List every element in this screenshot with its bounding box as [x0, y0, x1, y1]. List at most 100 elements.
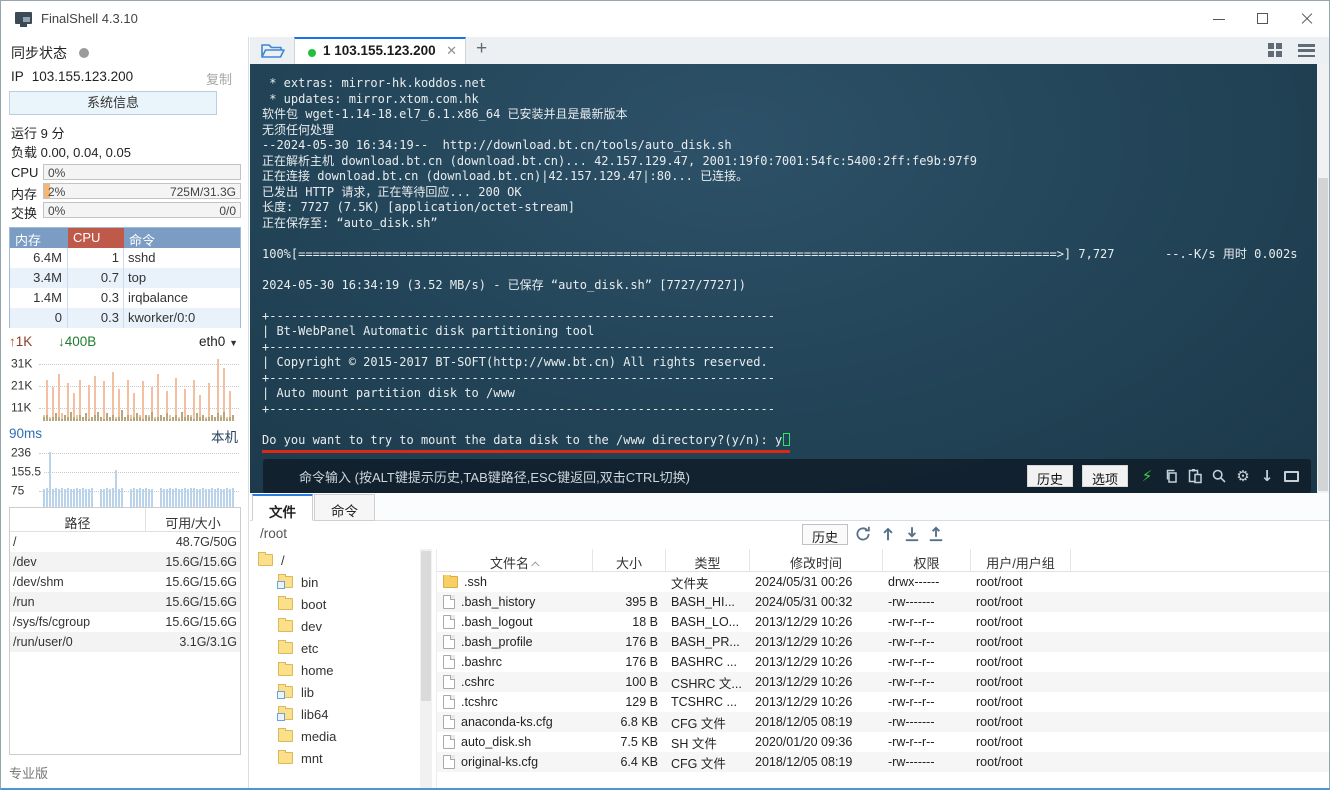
maximize-button[interactable]	[1241, 1, 1285, 37]
fullscreen-icon[interactable]	[1281, 466, 1301, 486]
path-input[interactable]: /root	[260, 526, 287, 541]
session-tab[interactable]: 1 103.155.123.200 ✕	[294, 37, 466, 64]
tree-item[interactable]: lib	[250, 681, 420, 703]
tree-item[interactable]: bin	[250, 571, 420, 593]
file-permissions: -rw-------	[888, 755, 935, 769]
terminal-scrollbar-thumb[interactable]	[1318, 178, 1328, 491]
ping-bar	[229, 489, 231, 507]
interface-select[interactable]: eth0 ▼	[199, 334, 238, 349]
tab-commands[interactable]: 命令	[314, 494, 375, 521]
process-col-cpu[interactable]: CPU	[68, 228, 124, 248]
disk-col-path[interactable]: 路径	[10, 508, 146, 531]
process-col-command[interactable]: 命令	[124, 228, 240, 248]
terminal-line: --2024-05-30 16:34:19-- http://download.…	[262, 138, 732, 152]
disk-row: /dev 15.6G/15.6G	[10, 552, 240, 572]
ping-bar	[58, 489, 60, 507]
table-row[interactable]: original-ks.cfg 6.4 KB CFG 文件 2018/12/05 08…	[437, 752, 1329, 772]
folder-icon	[278, 728, 293, 742]
table-row[interactable]: .ssh 文件夹 2024/05/31 00:26 drwx------ root/ro…	[437, 572, 1329, 592]
layout-grid-icon[interactable]	[1268, 43, 1283, 58]
command-input-placeholder[interactable]: 命令输入 (按ALT键提示历史,TAB键路径,ESC键返回,双击CTRL切换)	[299, 467, 1027, 486]
window-title: FinalShell 4.3.10	[41, 11, 138, 26]
refresh-icon[interactable]	[854, 525, 874, 545]
copy-ip-link[interactable]: 复制	[206, 69, 232, 88]
tree-item-label: bin	[301, 574, 319, 590]
table-row[interactable]: .cshrc 100 B CSHRC 文... 2013/12/29 10:26 -rw…	[437, 672, 1329, 692]
parent-directory-icon[interactable]	[879, 525, 899, 545]
system-info-button[interactable]: 系统信息	[9, 91, 217, 115]
net-down-bar	[118, 417, 120, 421]
tree-item[interactable]: media	[250, 725, 420, 747]
folder-icon	[278, 640, 293, 654]
file-name-cell: auto_disk.sh	[437, 735, 593, 749]
minimize-icon	[1213, 19, 1225, 20]
net-down-bar	[187, 415, 189, 421]
folder-icon	[278, 750, 293, 764]
tree-item[interactable]: mnt	[250, 747, 420, 769]
net-down-bar	[43, 417, 45, 421]
terminal-line: * extras: mirror-hk.koddos.net	[262, 76, 486, 90]
table-row[interactable]: .bash_profile 176 B BASH_PR... 2013/12/29 1…	[437, 632, 1329, 652]
tree-item[interactable]: etc	[250, 637, 420, 659]
tree-scrollbar-thumb[interactable]	[421, 551, 431, 701]
col-mtime[interactable]: 修改时间	[750, 549, 883, 571]
terminal[interactable]: * extras: mirror-hk.koddos.net * updates…	[250, 64, 1317, 493]
history-button[interactable]: 历史	[1026, 465, 1073, 487]
process-col-memory[interactable]: 内存	[10, 228, 68, 248]
load-average-label: 负载 0.00, 0.04, 0.05	[11, 145, 131, 160]
tab-files[interactable]: 文件	[252, 494, 313, 521]
table-row[interactable]: .bash_logout 18 B BASH_LO... 2013/12/29 10:…	[437, 612, 1329, 632]
net-down-bar	[64, 415, 66, 421]
maximize-icon	[1257, 13, 1268, 24]
col-permissions[interactable]: 权限	[883, 549, 971, 571]
options-button[interactable]: 选项	[1081, 465, 1128, 487]
tree-item[interactable]: /	[250, 549, 420, 571]
file-owner: root/root	[976, 635, 1023, 649]
net-down-bar	[121, 410, 123, 421]
terminal-line: 正在连接 download.bt.cn (download.bt.cn)|42.…	[262, 169, 749, 183]
terminal-scrollbar[interactable]	[1317, 64, 1329, 493]
finalshell-window: FinalShell 4.3.10 同步状态 IP 103.155.123.200…	[0, 0, 1330, 790]
command-input-bar[interactable]: 命令输入 (按ALT键提示历史,TAB键路径,ESC键返回,双击CTRL切换) …	[263, 459, 1311, 493]
search-icon[interactable]	[1209, 466, 1229, 486]
cpu-meter: CPU 0%	[1, 164, 249, 181]
tree-item[interactable]: home	[250, 659, 420, 681]
table-row[interactable]: .tcshrc 129 B TCSHRC ... 2013/12/29 10:26 -r…	[437, 692, 1329, 712]
copy-icon[interactable]	[1161, 466, 1181, 486]
file-size: 129 B	[625, 695, 658, 709]
col-size[interactable]: 大小	[593, 549, 666, 571]
table-row[interactable]: anaconda-ks.cfg 6.8 KB CFG 文件 2018/12/05 08…	[437, 712, 1329, 732]
table-row[interactable]: .bashrc 176 B BASHRC ... 2013/12/29 10:26 -r…	[437, 652, 1329, 672]
paste-icon[interactable]	[1185, 466, 1205, 486]
tree-item[interactable]: dev	[250, 615, 420, 637]
ping-host[interactable]: 本机	[211, 426, 238, 446]
menu-icon[interactable]	[1298, 44, 1315, 57]
table-row[interactable]: auto_disk.sh 7.5 KB SH 文件 2020/01/20 09:36 -…	[437, 732, 1329, 752]
ping-bar	[175, 488, 177, 507]
upload-icon[interactable]	[927, 525, 947, 545]
path-history-button[interactable]: 历史	[802, 524, 849, 545]
tree-item[interactable]: boot	[250, 593, 420, 615]
minimize-button[interactable]	[1197, 1, 1241, 37]
col-owner[interactable]: 用户/用户组	[971, 549, 1071, 571]
disk-size: 15.6G/15.6G	[165, 615, 237, 629]
tree-item[interactable]: lib64	[250, 703, 420, 725]
net-down-bar	[175, 415, 177, 421]
close-button[interactable]	[1285, 1, 1329, 37]
new-tab-button[interactable]: +	[476, 38, 487, 60]
col-filename[interactable]: 文件名	[437, 549, 593, 571]
scroll-to-bottom-icon[interactable]: ↓	[1257, 466, 1277, 486]
tree-scrollbar[interactable]	[420, 549, 432, 788]
settings-gear-icon[interactable]: ⚙	[1233, 466, 1253, 486]
net-down-bar	[115, 419, 117, 421]
net-down-bar	[46, 415, 48, 421]
ping-bar	[76, 488, 78, 507]
file-permissions: -rw-r--r--	[888, 735, 935, 749]
tab-close-icon[interactable]: ✕	[446, 43, 457, 59]
process-table-body: 6.4M 1 sshd 3.4M 0.7 top 1.4M 0.3 irqbalance 0 0.3…	[10, 248, 240, 328]
download-icon[interactable]	[903, 525, 923, 545]
connection-manager-button[interactable]	[260, 41, 286, 61]
table-row[interactable]: .bash_history 395 B BASH_HI... 2024/05/31 0…	[437, 592, 1329, 612]
disk-col-size[interactable]: 可用/大小	[146, 508, 240, 531]
col-type[interactable]: 类型	[666, 549, 750, 571]
